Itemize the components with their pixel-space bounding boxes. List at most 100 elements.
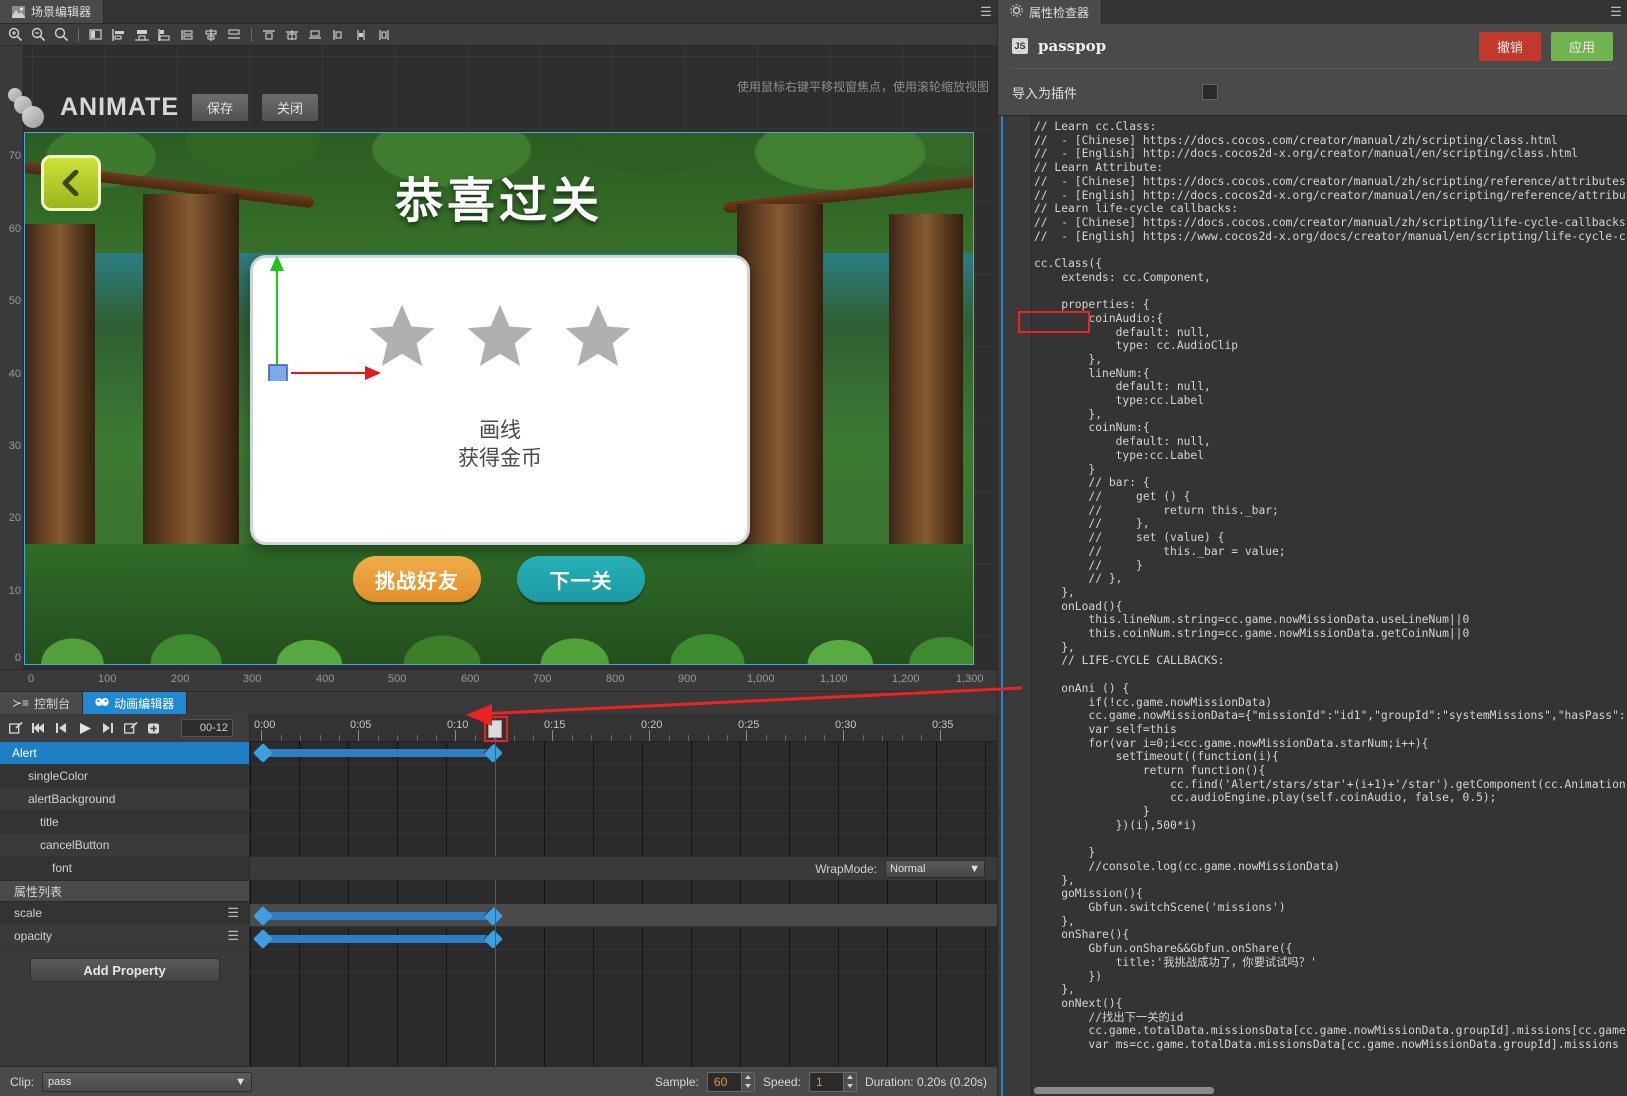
inspector-menu-icon[interactable]: ☰ (1605, 0, 1627, 24)
keyframe-dot-opacity-end[interactable] (483, 929, 503, 949)
drag-handle-icon[interactable]: ☰ (227, 905, 239, 921)
game-scene-canvas[interactable]: 恭喜过关 画线 获得金币 挑战好友 下一关 (24, 132, 974, 665)
property-label-scale: scale (14, 906, 43, 920)
next-level-button[interactable]: 下一关 (517, 556, 645, 602)
transform-gizmo[interactable] (265, 251, 385, 386)
speed-label: Speed: (762, 1074, 801, 1089)
sample-label: Sample: (654, 1074, 699, 1089)
animate-mode-label: ANIMATE (60, 92, 180, 121)
add-property-button[interactable]: Add Property (29, 958, 220, 982)
align-bottom-icon[interactable] (223, 25, 245, 45)
timeline-ruler-label-3: 0:15 (544, 719, 566, 731)
distribute-top-icon[interactable] (327, 25, 349, 45)
close-button[interactable]: 关闭 (261, 92, 320, 122)
card-line-2: 获得金币 (458, 446, 542, 471)
popout-icon[interactable] (121, 718, 141, 738)
ruler-tick (708, 735, 709, 741)
edit-icon[interactable] (6, 718, 26, 738)
timeline-controls: 00-12 (0, 714, 249, 742)
inspector-panel: 属性检查器 ☰ JS passpop 撤销 应用 导入为插件 // Learn … (997, 0, 1627, 1096)
speed-input[interactable]: 1 (808, 1071, 857, 1092)
distribute-center-icon[interactable] (281, 25, 303, 45)
frame-indicator[interactable]: 00-12 (181, 719, 233, 737)
keyframe-dot-end[interactable] (483, 743, 503, 763)
next-frame-icon[interactable] (98, 718, 118, 738)
keyframe-bar-alert[interactable] (253, 743, 503, 763)
prev-frame-icon[interactable] (52, 718, 72, 738)
timeline-statusbar: Clip: pass ▼ Sample: 60 Speed: 1 Duratio… (0, 1066, 997, 1096)
code-content[interactable]: // Learn cc.Class: // - [Chinese] https:… (1034, 120, 1627, 1082)
node-row-alert[interactable]: Alert (0, 742, 249, 765)
clip-select[interactable]: pass ▼ (42, 1071, 253, 1092)
node-row-cancelbutton[interactable]: cancelButton (0, 834, 249, 857)
hruler-mark-0: 0 (28, 673, 35, 685)
scene-editor-panel: 场景编辑器 ☰ 使用鼠标右键平移视窗焦点，使用滚轮缩放视图 ANIMATE 保存… (0, 0, 997, 1096)
keyframe-bar-scale[interactable] (253, 906, 503, 926)
keyframe-dot-start[interactable] (253, 743, 273, 763)
skip-to-start-icon[interactable] (29, 718, 49, 738)
tab-console[interactable]: ≻≡ 控制台 (0, 692, 84, 714)
property-label-opacity: opacity (14, 929, 53, 943)
distribute-middle-icon[interactable] (350, 25, 372, 45)
wrapmode-bar: WrapMode: Normal ▼ (250, 856, 997, 880)
zoom-in-icon[interactable] (4, 25, 26, 45)
align-top-icon[interactable] (177, 25, 199, 45)
ruler-tick-major (746, 730, 747, 741)
align-middle-icon[interactable] (200, 25, 222, 45)
wrapmode-select[interactable]: Normal ▼ (885, 859, 985, 878)
ruler-tick (882, 735, 883, 741)
hruler-mark-10: 1,000 (747, 673, 775, 685)
vruler-mark-0: 70 (8, 150, 21, 162)
plugin-checkbox[interactable] (1202, 84, 1218, 100)
property-row-opacity[interactable]: opacity ☰ (0, 925, 249, 948)
animation-editor-dock: ≻≡ 控制台 动画编辑器 00-12 Alert singleColor ale… (0, 691, 997, 1096)
property-row-scale[interactable]: scale ☰ (0, 902, 249, 925)
ruler-tick (921, 735, 922, 741)
hruler-mark-2: 200 (171, 673, 190, 685)
hruler-mark-7: 700 (533, 673, 552, 685)
tab-inspector[interactable]: 属性检查器 (998, 0, 1103, 24)
distribute-right-icon[interactable] (304, 25, 326, 45)
vruler-mark-6: 10 (8, 585, 21, 597)
ruler-tick (417, 735, 418, 741)
timeline-tracks-area[interactable]: 0:00 0:05 0:10 0:15 0:20 0:25 0:30 0:35 (250, 714, 997, 1066)
node-row-title[interactable]: title (0, 811, 249, 834)
save-button[interactable]: 保存 (191, 92, 250, 122)
animation-icon (95, 696, 109, 710)
sample-input[interactable]: 60 (706, 1071, 755, 1092)
challenge-friend-button[interactable]: 挑战好友 (353, 556, 481, 602)
align-left-icon[interactable] (108, 25, 130, 45)
scene-panel-menu-icon[interactable]: ☰ (975, 0, 997, 23)
tab-animation-editor[interactable]: 动画编辑器 (83, 692, 188, 714)
align-right-icon[interactable] (154, 25, 176, 45)
add-keyframe-icon[interactable] (144, 718, 164, 738)
tab-scene-editor[interactable]: 场景编辑器 (0, 0, 105, 23)
zoom-reset-icon[interactable] (50, 25, 72, 45)
sample-stepper[interactable] (740, 1072, 754, 1091)
playhead[interactable] (495, 742, 496, 1066)
node-row-font[interactable]: font (0, 857, 249, 880)
code-horizontal-scrollbar[interactable] (1034, 1087, 1214, 1094)
node-row-singlecolor[interactable]: singleColor (0, 765, 249, 788)
revert-button[interactable]: 撤销 (1478, 31, 1541, 61)
zoom-out-icon[interactable] (27, 25, 49, 45)
distribute-left-icon[interactable] (258, 25, 280, 45)
timeline-ruler[interactable]: 0:00 0:05 0:10 0:15 0:20 0:25 0:30 0:35 (250, 714, 997, 742)
keyframe-dot-opacity-start[interactable] (253, 929, 273, 949)
speed-stepper[interactable] (842, 1072, 856, 1091)
drag-handle-icon-2[interactable]: ☰ (227, 928, 239, 944)
distribute-bottom-icon[interactable] (373, 25, 395, 45)
align-left-edge-icon[interactable] (85, 25, 107, 45)
apply-button[interactable]: 应用 (1550, 31, 1613, 61)
align-center-horizontal-icon[interactable] (131, 25, 153, 45)
ruler-tick (863, 735, 864, 741)
scene-viewport[interactable]: 使用鼠标右键平移视窗焦点，使用滚轮缩放视图 ANIMATE 保存 关闭 恭喜过关… (0, 46, 997, 691)
play-icon[interactable] (75, 718, 95, 738)
timeline-tracks[interactable] (250, 742, 997, 1066)
keyframe-bar-opacity[interactable] (253, 929, 503, 949)
ruler-tick (475, 735, 476, 741)
node-label-alertbackground: alertBackground (28, 792, 116, 806)
node-row-alertbackground[interactable]: alertBackground (0, 788, 249, 811)
node-label-cancelbutton: cancelButton (40, 838, 110, 852)
script-code-view[interactable]: // Learn cc.Class: // - [Chinese] https:… (998, 115, 1627, 1096)
